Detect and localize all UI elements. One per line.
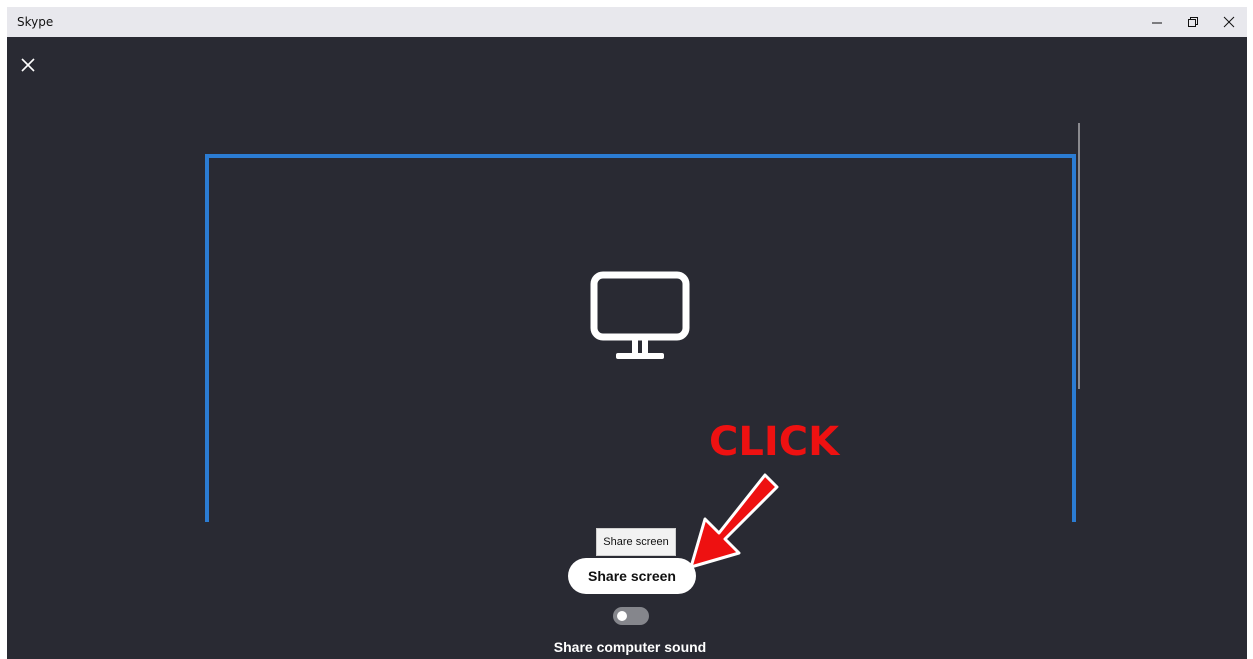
computer-sound-label: Share computer sound — [553, 639, 707, 655]
monitor-icon — [590, 271, 690, 359]
title-bar: Skype — [7, 7, 1247, 37]
minimize-button[interactable] — [1139, 7, 1175, 37]
close-icon — [21, 58, 35, 72]
share-screen-tooltip: Share screen — [596, 528, 676, 556]
skype-window: Skype CLICK Share screen Share screen Sh… — [7, 7, 1247, 659]
app-title: Skype — [17, 15, 54, 29]
scrollbar[interactable] — [1078, 123, 1080, 389]
computer-sound-toggle[interactable] — [613, 607, 649, 625]
window-close-button[interactable] — [1211, 7, 1247, 37]
close-icon — [1223, 16, 1235, 28]
minimize-icon — [1152, 22, 1162, 24]
share-screen-button[interactable]: Share screen — [568, 558, 696, 594]
arrow-annotation-icon — [689, 473, 779, 569]
click-annotation: CLICK — [709, 419, 840, 465]
close-share-dialog-button[interactable] — [19, 56, 37, 74]
toggle-knob — [617, 611, 627, 621]
restore-button[interactable] — [1175, 7, 1211, 37]
restore-icon — [1188, 17, 1198, 27]
